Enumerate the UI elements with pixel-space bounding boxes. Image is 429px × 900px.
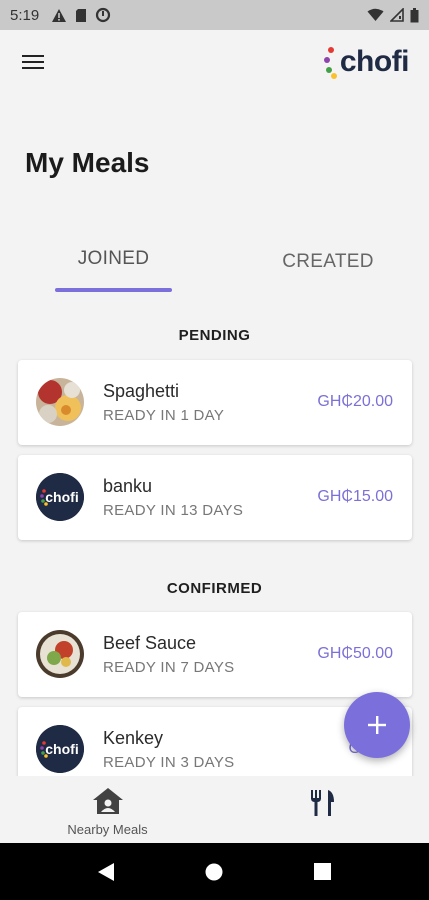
page-title: My Meals (25, 147, 150, 178)
section-pending: PENDING (178, 327, 251, 344)
signal-icon (390, 8, 404, 22)
chofi-logo-avatar: chofi (36, 473, 84, 521)
meal-status: READY IN 1 DAY (103, 407, 225, 424)
meal-status: READY IN 7 DAYS (103, 659, 235, 676)
meal-name: banku (103, 476, 153, 496)
meal-price: GH₵15.00 (317, 488, 393, 505)
meal-name: Kenkey (103, 728, 164, 748)
meal-price: GH₵20.00 (317, 393, 393, 410)
meal-status: READY IN 13 DAYS (103, 502, 244, 519)
logo-text: chofi (339, 45, 410, 78)
add-meal-button[interactable] (344, 692, 410, 758)
meal-card-banku[interactable]: chofi banku READY IN 13 DAYS GH₵15.00 (18, 455, 412, 540)
nav-nearby-meals[interactable]: Nearby Meals (55, 786, 160, 837)
meal-status: READY IN 3 DAYS (103, 754, 235, 771)
nav-nearby-label: Nearby Meals (67, 822, 148, 837)
meal-photo (36, 630, 84, 678)
meal-price: GH₵50.00 (317, 645, 393, 662)
back-icon[interactable] (97, 862, 115, 882)
home-icon[interactable] (205, 863, 223, 881)
house-icon (92, 788, 123, 814)
meal-name: Beef Sauce (103, 633, 197, 653)
status-time: 5:19 (10, 6, 40, 24)
hamburger-menu-icon[interactable] (22, 53, 46, 73)
recents-icon[interactable] (314, 863, 331, 880)
system-nav-bar (0, 843, 429, 900)
meal-card-beef-sauce[interactable]: Beef Sauce READY IN 7 DAYS GH₵50.00 (18, 612, 412, 697)
svg-text:chofi: chofi (45, 489, 78, 505)
wifi-icon (367, 8, 384, 21)
sd-card-icon (76, 8, 87, 22)
meal-card-spaghetti[interactable]: Spaghetti READY IN 1 DAY GH₵20.00 (18, 360, 412, 445)
fork-knife-icon (311, 790, 334, 816)
section-confirmed: CONFIRMED (166, 580, 263, 597)
status-bar: 5:19 (0, 0, 429, 30)
meal-name: Spaghetti (103, 381, 180, 401)
tab-indicator (55, 288, 172, 292)
meal-tabs: JOINED CREATED (0, 240, 429, 300)
nav-my-meals[interactable] (300, 788, 344, 823)
app-bar: chofi (0, 30, 429, 100)
svg-text:chofi: chofi (45, 741, 78, 757)
chofi-logo: chofi (323, 42, 410, 82)
battery-icon (410, 7, 419, 22)
warning-icon (52, 8, 67, 22)
plus-icon (368, 716, 386, 734)
tab-created[interactable]: CREATED (270, 251, 386, 273)
bottom-nav: Nearby Meals (0, 776, 429, 843)
meal-photo (36, 378, 84, 426)
logo-dots (323, 42, 338, 82)
chofi-logo-avatar: chofi (36, 725, 84, 773)
tab-joined[interactable]: JOINED (55, 248, 172, 270)
sync-icon (96, 7, 111, 23)
